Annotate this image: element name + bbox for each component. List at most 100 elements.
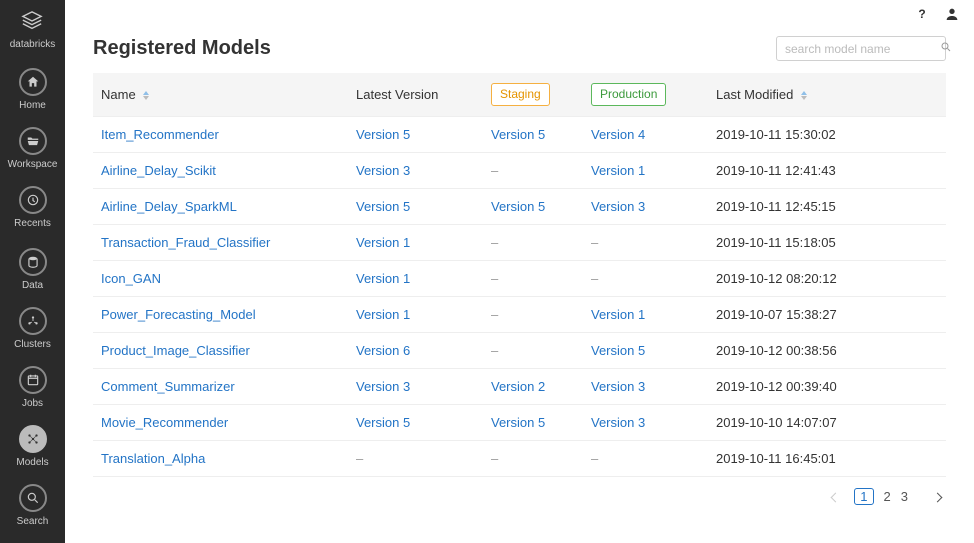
staging-version-link[interactable]: Version 5: [491, 199, 545, 214]
staging-version-link: –: [491, 271, 498, 286]
model-name-link[interactable]: Icon_GAN: [101, 271, 161, 286]
staging-version-link: –: [491, 451, 498, 466]
col-header-name[interactable]: Name: [93, 73, 348, 116]
last-modified-text: 2019-10-11 16:45:01: [716, 451, 836, 466]
table-row: Translation_Alpha – – – 2019-10-11 16:45:01: [93, 440, 946, 476]
model-name-link[interactable]: Airline_Delay_Scikit: [101, 163, 216, 178]
models-table: Name Latest Version Staging Production L…: [93, 73, 946, 477]
model-name-link[interactable]: Translation_Alpha: [101, 451, 205, 466]
home-icon: [19, 68, 47, 96]
model-name-link[interactable]: Movie_Recommender: [101, 415, 228, 430]
col-header-latest[interactable]: Latest Version: [348, 73, 483, 116]
model-name-link[interactable]: Product_Image_Classifier: [101, 343, 250, 358]
model-search-input[interactable]: [785, 42, 940, 56]
sort-icon: [801, 91, 807, 100]
sidebar-item-clusters[interactable]: Clusters: [14, 307, 51, 350]
page-number[interactable]: 2: [884, 489, 891, 504]
sidebar-item-jobs[interactable]: Jobs: [19, 366, 47, 409]
table-row: Comment_Summarizer Version 3 Version 2 Vers…: [93, 368, 946, 404]
production-version-link[interactable]: Version 4: [591, 127, 645, 142]
sidebar-item-models[interactable]: Models: [16, 425, 48, 468]
production-version-link: –: [591, 271, 598, 286]
production-version-link: –: [591, 235, 598, 250]
sidebar-item-workspace[interactable]: Workspace: [8, 127, 58, 170]
col-header-production[interactable]: Production: [583, 73, 708, 116]
latest-version-link[interactable]: Version 5: [356, 199, 410, 214]
table-row: Product_Image_ClassifierVersion 6–Versio…: [93, 332, 946, 368]
staging-version-link[interactable]: Version 2: [491, 379, 545, 394]
table-row: Movie_Recommender Version 5 Version 5 Versi…: [93, 404, 946, 440]
staging-version-link: –: [491, 163, 498, 178]
clock-icon: [19, 186, 47, 214]
sidebar-item-data[interactable]: Data: [19, 248, 47, 291]
help-icon[interactable]: ?: [914, 6, 930, 25]
last-modified-text: 2019-10-11 12:41:43: [716, 163, 836, 178]
last-modified-text: 2019-10-12 00:38:56: [716, 343, 837, 358]
user-icon[interactable]: [944, 6, 960, 25]
latest-version-link[interactable]: Version 3: [356, 379, 410, 394]
latest-version-link[interactable]: Version 5: [356, 415, 410, 430]
page-number[interactable]: 1: [854, 488, 873, 505]
latest-version-link: –: [356, 451, 363, 466]
last-modified-text: 2019-10-10 14:07:07: [716, 415, 837, 430]
topbar: ?: [914, 6, 960, 25]
production-version-link: –: [591, 451, 598, 466]
staging-version-link: –: [491, 235, 498, 250]
database-icon: [19, 248, 47, 276]
last-modified-text: 2019-10-12 00:39:40: [716, 379, 837, 394]
col-header-modified[interactable]: Last Modified: [708, 73, 946, 116]
production-version-link[interactable]: Version 1: [591, 163, 645, 178]
model-name-link[interactable]: Item_Recommender: [101, 127, 219, 142]
last-modified-text: 2019-10-07 15:38:27: [716, 307, 837, 322]
pagination: 123: [93, 477, 946, 516]
col-header-staging[interactable]: Staging: [483, 73, 583, 116]
table-row: Item_Recommender Version 5 Version 5 Versio…: [93, 116, 946, 152]
latest-version-link[interactable]: Version 5: [356, 127, 410, 142]
table-row: Airline_Delay_Scikit Version 3 – Version 1 2…: [93, 152, 946, 188]
model-name-link[interactable]: Transaction_Fraud_Classifier: [101, 235, 270, 250]
svg-text:?: ?: [918, 7, 925, 21]
page-title: Registered Models: [93, 37, 271, 60]
page-prev[interactable]: [826, 489, 844, 504]
sidebar-item-recents[interactable]: Recents: [14, 186, 51, 229]
latest-version-link[interactable]: Version 1: [356, 271, 410, 286]
sidebar: databricks Home Workspace Recents Data C…: [0, 0, 65, 543]
page-next[interactable]: [928, 489, 946, 504]
staging-version-link: –: [491, 307, 498, 322]
last-modified-text: 2019-10-11 12:45:15: [716, 199, 836, 214]
sidebar-item-search[interactable]: Search: [17, 484, 49, 527]
model-graph-icon: [19, 425, 47, 453]
page-number[interactable]: 3: [901, 489, 908, 504]
production-version-link[interactable]: Version 3: [591, 379, 645, 394]
sidebar-item-home[interactable]: Home: [19, 68, 47, 111]
search-icon: [940, 41, 952, 56]
production-version-link[interactable]: Version 1: [591, 307, 645, 322]
model-name-link[interactable]: Airline_Delay_SparkML: [101, 199, 237, 214]
latest-version-link[interactable]: Version 1: [356, 235, 410, 250]
search-icon: [19, 484, 47, 512]
production-version-link[interactable]: Version 3: [591, 415, 645, 430]
brand-logo[interactable]: databricks: [10, 10, 56, 50]
latest-version-link[interactable]: Version 1: [356, 307, 410, 322]
table-row: Airline_Delay_SparkML Version 5 Version 5 V…: [93, 188, 946, 224]
model-name-link[interactable]: Comment_Summarizer: [101, 379, 235, 394]
databricks-icon: [21, 10, 43, 35]
table-row: Icon_GANVersion 1––2019-10-12 08:20:12: [93, 260, 946, 296]
last-modified-text: 2019-10-11 15:18:05: [716, 235, 836, 250]
model-name-link[interactable]: Power_Forecasting_Model: [101, 307, 256, 322]
staging-version-link[interactable]: Version 5: [491, 127, 545, 142]
latest-version-link[interactable]: Version 6: [356, 343, 410, 358]
production-version-link[interactable]: Version 3: [591, 199, 645, 214]
cluster-icon: [19, 307, 47, 335]
latest-version-link[interactable]: Version 3: [356, 163, 410, 178]
calendar-icon: [19, 366, 47, 394]
sort-icon: [143, 91, 149, 100]
folder-open-icon: [19, 127, 47, 155]
production-version-link[interactable]: Version 5: [591, 343, 645, 358]
main-content: ? Registered Models Name Latest Version …: [65, 0, 974, 543]
model-search-box[interactable]: [776, 36, 946, 61]
brand-label: databricks: [10, 39, 56, 50]
table-row: Power_Forecasting_Model Version 1 – Version…: [93, 296, 946, 332]
last-modified-text: 2019-10-11 15:30:02: [716, 127, 836, 142]
staging-version-link[interactable]: Version 5: [491, 415, 545, 430]
